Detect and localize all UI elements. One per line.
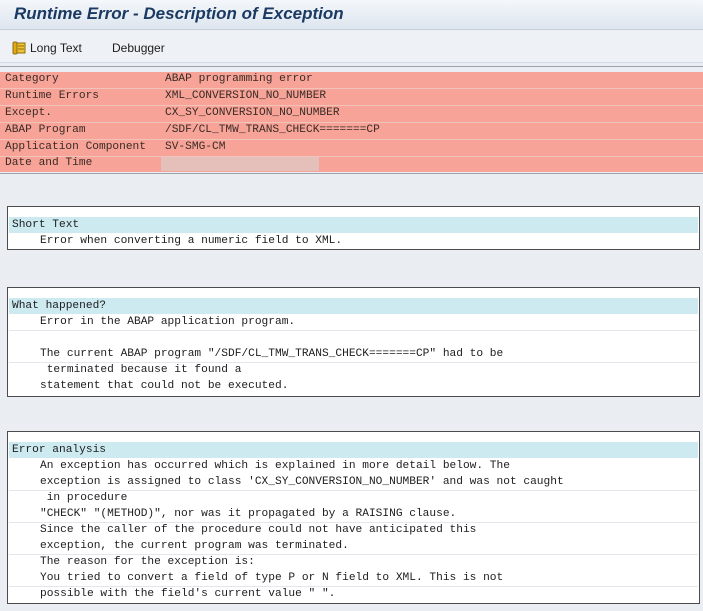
- header-row-abap-program: ABAP Program /SDF/CL_TMW_TRANS_CHECK====…: [0, 123, 703, 139]
- panel-heading: Error analysis: [9, 442, 698, 458]
- panel-text-line: Error when converting a numeric field to…: [40, 235, 343, 247]
- panel-heading: Short Text: [9, 217, 698, 233]
- line-divider: [9, 330, 698, 331]
- panel-text-line: "CHECK" "(METHOD)", nor was it propagate…: [40, 508, 457, 520]
- panel-text-line: exception is assigned to class 'CX_SY_CO…: [40, 476, 564, 488]
- long-text-label: Long Text: [30, 41, 82, 55]
- panel-text-line: exception, the current program was termi…: [40, 540, 349, 552]
- debugger-button[interactable]: Debugger: [112, 39, 165, 57]
- panel-text-line: possible with the field's current value …: [40, 588, 336, 600]
- panel-text-line: Since the caller of the procedure could …: [40, 524, 477, 536]
- panel-text-line: An exception has occurred which is expla…: [40, 460, 510, 472]
- panel-text-line: The current ABAP program "/SDF/CL_TMW_TR…: [40, 348, 504, 360]
- header-label: Runtime Errors: [5, 90, 99, 102]
- error-header-table: Category ABAP programming error Runtime …: [0, 72, 703, 172]
- long-text-button[interactable]: Long Text: [12, 39, 82, 57]
- header-label: Except.: [5, 107, 52, 119]
- short-text-panel: Short Text Error when converting a numer…: [7, 206, 700, 250]
- header-value: XML_CONVERSION_NO_NUMBER: [165, 90, 327, 102]
- header-row-exception: Except. CX_SY_CONVERSION_NO_NUMBER: [0, 106, 703, 122]
- debugger-label: Debugger: [112, 41, 165, 55]
- header-row-date-time: Date and Time: [0, 156, 703, 172]
- panel-text-line: in procedure: [40, 492, 128, 504]
- header-label: Date and Time: [5, 157, 93, 169]
- error-analysis-panel: Error analysis An exception has occurred…: [7, 431, 700, 604]
- window-title: Runtime Error - Description of Exception: [14, 4, 344, 23]
- long-text-icon: [12, 41, 27, 56]
- what-happened-panel: What happened? Error in the ABAP applica…: [7, 287, 700, 397]
- header-label: ABAP Program: [5, 124, 86, 136]
- header-row-application-component: Application Component SV-SMG-CM: [0, 140, 703, 156]
- header-value: SV-SMG-CM: [165, 141, 226, 153]
- header-value: CX_SY_CONVERSION_NO_NUMBER: [165, 107, 340, 119]
- panel-heading: What happened?: [9, 298, 698, 314]
- header-label: Application Component: [5, 141, 146, 153]
- redacted-date-time: [161, 157, 319, 171]
- header-value: /SDF/CL_TMW_TRANS_CHECK=======CP: [165, 124, 380, 136]
- header-row-category: Category ABAP programming error: [0, 72, 703, 88]
- panel-text-line: Error in the ABAP application program.: [40, 316, 296, 328]
- header-value: ABAP programming error: [165, 73, 313, 85]
- title-bar: Runtime Error - Description of Exception: [0, 0, 703, 30]
- header-top-divider: [0, 66, 703, 67]
- panel-text-line: statement that could not be executed.: [40, 380, 289, 392]
- panel-text-line: The reason for the exception is:: [40, 556, 255, 568]
- panel-text-line: You tried to convert a field of type P o…: [40, 572, 504, 584]
- header-label: Category: [5, 73, 59, 85]
- panel-text-line: terminated because it found a: [40, 364, 242, 376]
- toolbar: Long Text Debugger: [0, 31, 703, 63]
- header-row-runtime-errors: Runtime Errors XML_CONVERSION_NO_NUMBER: [0, 89, 703, 105]
- header-bottom-divider: [0, 173, 703, 174]
